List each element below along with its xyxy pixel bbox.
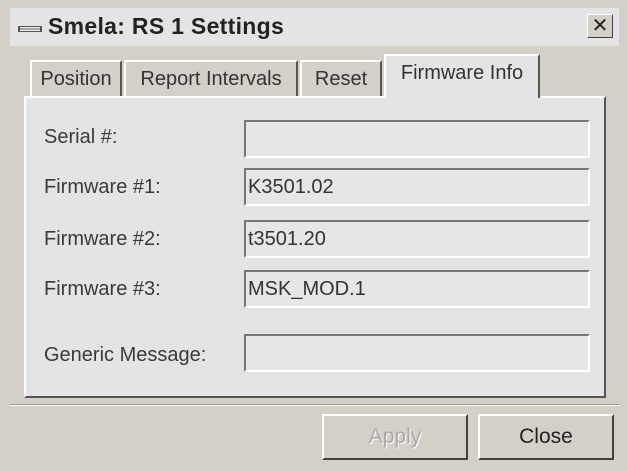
firmware-1-label: Firmware #1: [44,176,161,198]
tab-strip: Position Report Intervals Reset Firmware… [0,0,627,100]
serial-field[interactable] [244,120,590,158]
button-divider [10,404,619,406]
firmware-3-label: Firmware #3: [44,278,161,300]
serial-label: Serial #: [44,126,118,148]
firmware-2-field[interactable]: t3501.20 [244,220,590,258]
generic-message-field[interactable] [244,334,590,372]
settings-dialog: Smela: RS 1 Settings ✕ Position Report I… [0,0,627,471]
tab-report-intervals[interactable]: Report Intervals [124,60,298,96]
tab-firmware-info[interactable]: Firmware Info [384,54,540,98]
tab-reset[interactable]: Reset [300,60,382,96]
firmware-3-field[interactable]: MSK_MOD.1 [244,270,590,308]
close-button[interactable]: Close [478,414,614,460]
generic-message-label: Generic Message: [44,344,207,366]
firmware-info-panel: Serial #: Firmware #1: K3501.02 Firmware… [24,96,606,398]
tab-position[interactable]: Position [30,60,122,96]
firmware-1-field[interactable]: K3501.02 [244,168,590,206]
firmware-2-label: Firmware #2: [44,228,161,250]
apply-button[interactable]: Apply [322,414,468,460]
